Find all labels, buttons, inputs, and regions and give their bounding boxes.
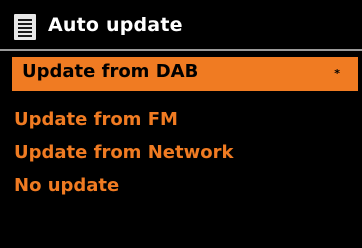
menu-item-update-from-dab[interactable]: Update from DAB *	[12, 57, 358, 91]
menu-item-label: No update	[14, 175, 120, 196]
menu-item-label: Update from FM	[14, 109, 178, 130]
list-icon	[14, 14, 36, 40]
header-bar: Auto update	[0, 0, 362, 51]
current-selection-mark: *	[334, 67, 340, 80]
menu-item-label: Update from DAB	[22, 61, 199, 82]
menu-item-label: Update from Network	[14, 142, 234, 163]
menu-item-update-from-network[interactable]: Update from Network	[14, 141, 233, 165]
menu-item-no-update[interactable]: No update	[14, 174, 119, 198]
header-divider	[0, 49, 362, 51]
menu-item-update-from-fm[interactable]: Update from FM	[14, 108, 178, 132]
page-title: Auto update	[48, 14, 183, 36]
